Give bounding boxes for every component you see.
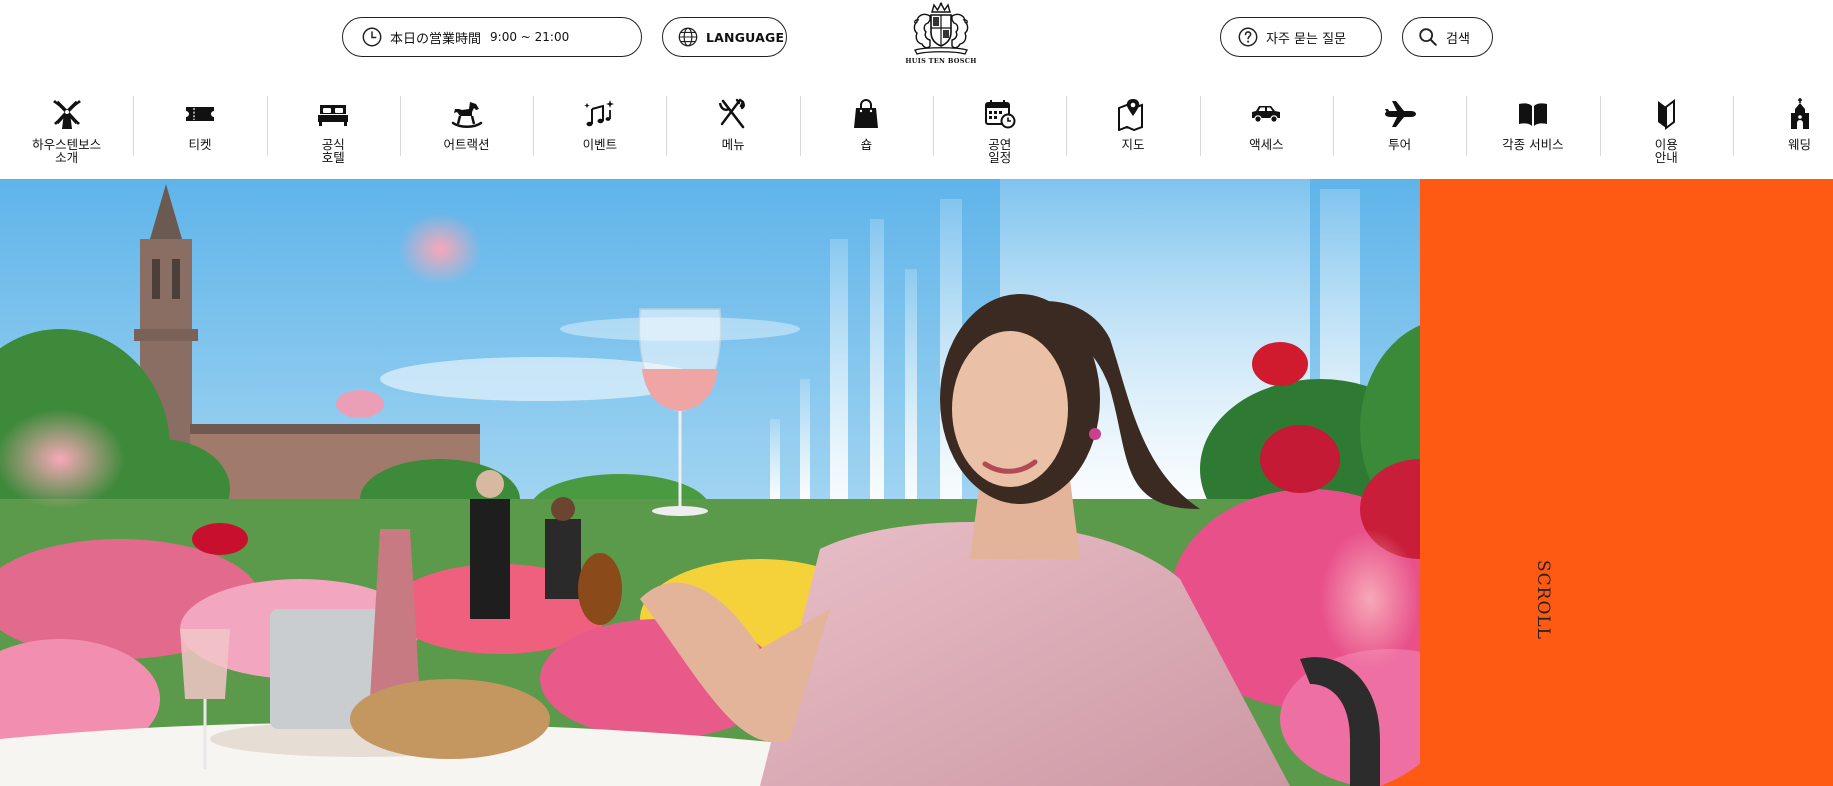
question-icon [1238,27,1258,47]
fork-knife-icon [718,98,746,129]
hero-image [0,179,1492,786]
search-label: 검색 [1446,31,1470,47]
windmill-icon [52,100,81,129]
business-hours-label: 本日の営業時間 [390,31,482,47]
business-hours-time: 9:00 ~ 21:00 [490,30,570,44]
nav-item-attraction[interactable]: 어트랙션 [399,88,533,170]
ticket-icon [185,107,214,121]
nav-label: 이용 안내 [1654,137,1678,165]
clock-icon [362,27,382,47]
nav-label: 지도 [1121,137,1145,152]
beginner-mark-icon [1658,99,1676,130]
nav-label: 하우스텐보스 소개 [32,137,102,165]
globe-icon [678,27,698,47]
nav-item-tour[interactable]: 투어 [1332,88,1466,170]
nav-label: 공식 호텔 [321,137,345,165]
top-bar: 本日の営業時間 9:00 ~ 21:00 LANGUAGE HUIS TEN B… [0,0,1833,76]
nav-item-menu[interactable]: 메뉴 [666,88,799,170]
car-icon [1252,106,1281,123]
nav-label: 티켓 [188,137,212,152]
nav-label: 메뉴 [721,137,745,152]
main-nav: 하우스텐보스 소개 티켓 공식 호텔 어트랙션 이벤트 메뉴 숍 공연 일정 지… [0,88,1833,178]
search-icon [1419,28,1437,46]
faq-button[interactable]: 자주 묻는 질문 [1220,17,1382,57]
chapel-icon [1790,98,1809,129]
nav-label: 각종 서비스 [1502,137,1564,152]
language-label: LANGUAGE [706,29,785,45]
nav-label: 투어 [1388,137,1412,152]
nav-item-wedding[interactable]: 웨딩 [1732,88,1833,170]
language-button[interactable]: LANGUAGE [662,17,787,57]
map-pin-icon [1118,99,1144,131]
nav-item-ticket[interactable]: 티켓 [133,88,266,170]
nav-item-about[interactable]: 하우스텐보스 소개 [0,88,133,170]
book-icon [1518,103,1547,126]
nav-item-schedule[interactable]: 공연 일정 [933,88,1066,170]
nav-item-map[interactable]: 지도 [1066,88,1199,170]
nav-label: 공연 일정 [988,137,1012,165]
shopping-bag-icon [854,99,879,128]
rocking-horse-icon [451,102,482,128]
nav-item-event[interactable]: 이벤트 [533,88,666,170]
music-notes-icon [583,100,614,127]
nav-label: 액세스 [1249,137,1284,152]
nav-item-guide[interactable]: 이용 안내 [1599,88,1733,170]
nav-item-hotel[interactable]: 공식 호텔 [266,88,400,170]
faq-label: 자주 묻는 질문 [1266,31,1347,47]
hero-corner-curve [1380,560,1500,786]
scroll-indicator[interactable]: SCROLL [1533,560,1553,640]
huis-ten-bosch-logo[interactable]: HUIS TEN BOSCH [901,2,981,70]
logo-text: HUIS TEN BOSCH [905,57,977,65]
nav-item-access[interactable]: 액세스 [1199,88,1333,170]
nav-item-services[interactable]: 각종 서비스 [1466,88,1599,170]
bed-icon [318,105,349,126]
rose-garden-scene [0,179,1492,786]
nav-label: 웨딩 [1788,137,1812,152]
search-button[interactable]: 검색 [1402,17,1493,57]
nav-label: 이벤트 [582,137,618,152]
nav-label: 어트랙션 [443,137,490,152]
crest-icon [913,2,969,55]
business-hours-button[interactable]: 本日の営業時間 9:00 ~ 21:00 [342,17,642,57]
nav-item-shop[interactable]: 숍 [799,88,933,170]
nav-label: 숍 [860,137,873,152]
airplane-icon [1384,101,1416,127]
calendar-clock-icon [984,100,1016,129]
